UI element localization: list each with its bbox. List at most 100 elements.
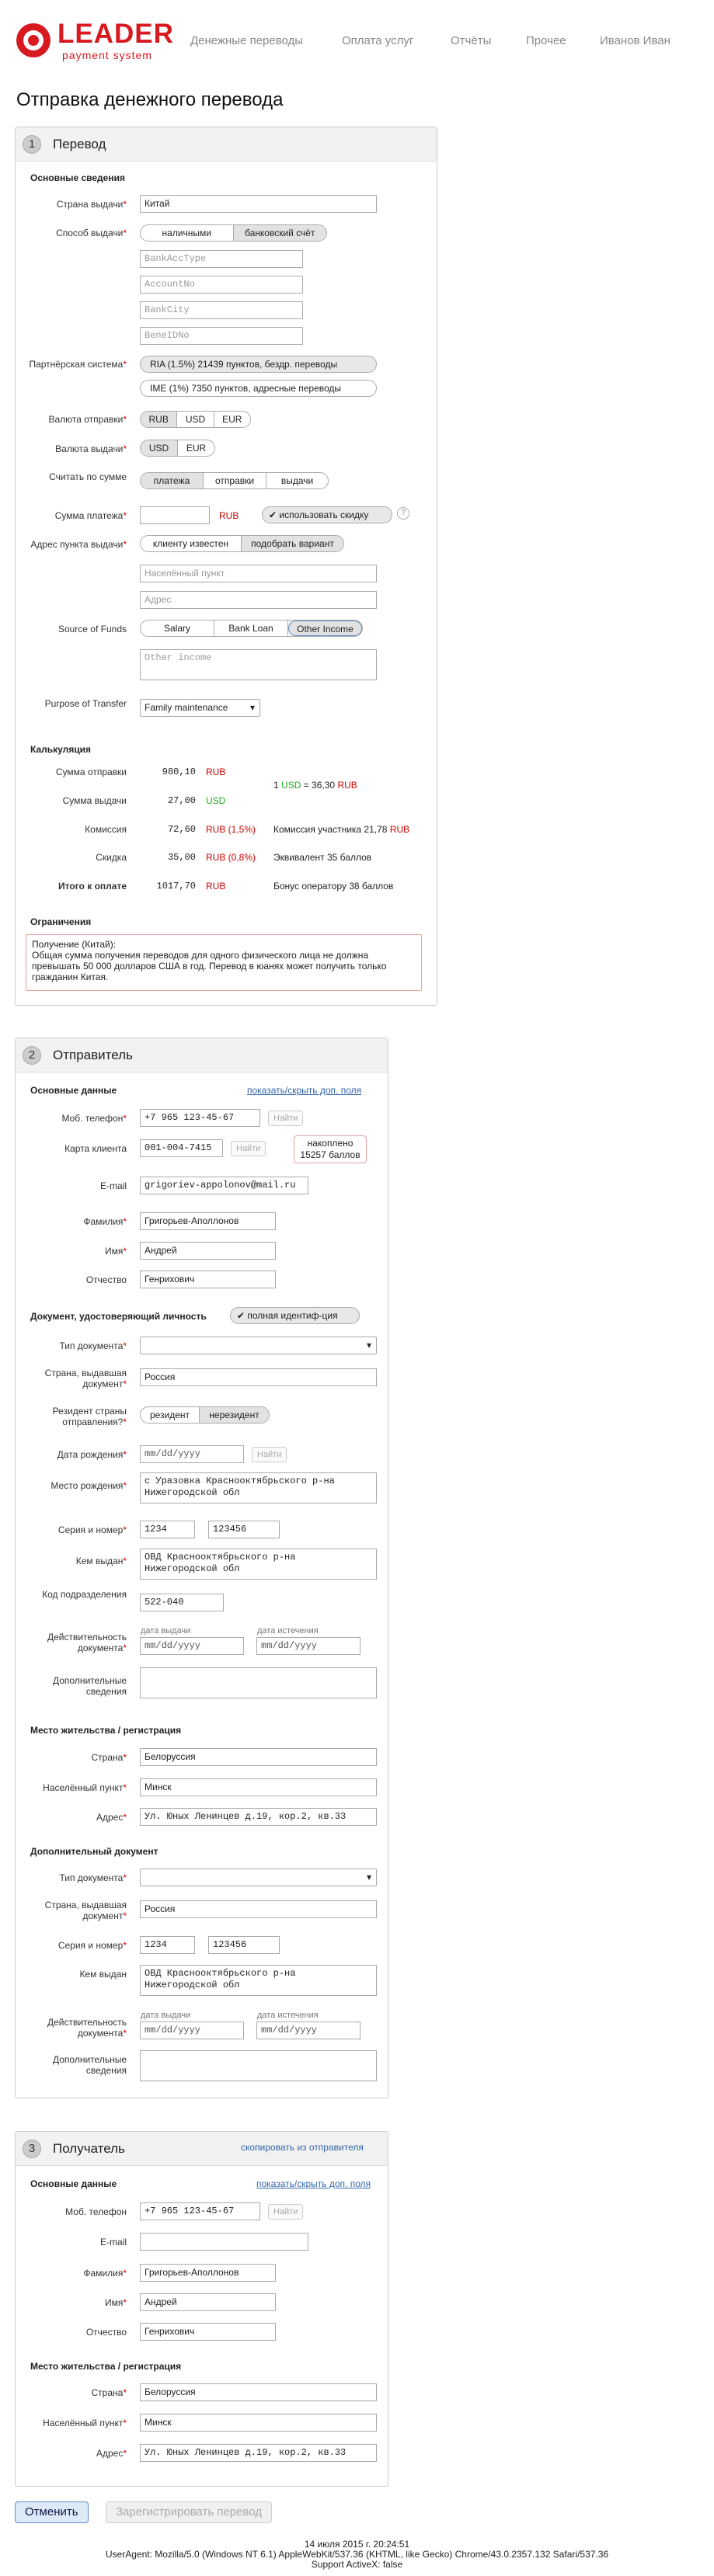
calc-by-payment[interactable]: платежа (141, 473, 204, 488)
email-label: E-mail (99, 1180, 127, 1191)
partner-ria[interactable]: RIA (1.5%) 21439 пунктов, бездр. перевод… (140, 356, 377, 373)
toggle-extra-fields-link[interactable]: показать/скрыть доп. поля (247, 1085, 361, 1096)
extra-info-label: Дополнительные сведения (53, 1675, 127, 1697)
purpose-select[interactable]: Family maintenance ▾ (140, 699, 260, 717)
brand-name[interactable]: LEADER (57, 20, 174, 48)
resident-no[interactable]: нерезидент (200, 1407, 269, 1423)
sof-bank-loan[interactable]: Bank Loan (214, 621, 288, 636)
firstname-input[interactable]: Андрей (140, 1242, 276, 1260)
expiry-date-input[interactable]: mm/dd/yyyy (256, 1637, 360, 1655)
full-identification-toggle[interactable]: ✔ полная идентиф-ция (230, 1307, 360, 1324)
pickup-city-input[interactable]: Населённый пункт (140, 565, 377, 582)
sof-salary[interactable]: Salary (141, 621, 214, 636)
firstname-input[interactable]: Андрей (140, 2293, 276, 2311)
nav-other[interactable]: Прочее (526, 34, 566, 47)
add-expiry-date-input[interactable]: mm/dd/yyyy (256, 2022, 360, 2039)
sof-other[interactable]: Other Income (288, 621, 362, 636)
amount-input[interactable] (140, 506, 210, 524)
series-number-label: Серия и номер* (57, 1524, 127, 1535)
email-input[interactable] (140, 2233, 308, 2251)
add-issuing-country-input[interactable]: Россия (140, 1900, 377, 1918)
lastname-input[interactable]: Григорьев-Аполлонов (140, 1212, 276, 1230)
add-issue-date-input[interactable]: mm/dd/yyyy (140, 2022, 244, 2039)
nav-user[interactable]: Иванов Иван (600, 34, 670, 47)
res-city-input[interactable]: Минск (140, 1778, 377, 1796)
nav-payments[interactable]: Оплата услуг (342, 34, 413, 47)
logo-icon[interactable] (16, 23, 51, 57)
find-dob-button[interactable]: Найти (252, 1447, 287, 1462)
method-bank[interactable]: банковский счёт (233, 225, 326, 241)
calc-by-payout[interactable]: выдачи (266, 473, 328, 488)
bank-city-input[interactable]: BankCity (140, 301, 303, 319)
find-phone-button[interactable]: Найти (268, 1111, 304, 1126)
nav-transfers[interactable]: Денежные переводы (190, 34, 303, 47)
issued-by-label: Кем выдан* (75, 1556, 127, 1566)
middlename-input[interactable]: Генрихович (140, 1271, 276, 1288)
division-code-input[interactable]: 522-040 (140, 1594, 224, 1611)
validity-label: Действительность документа* (47, 1632, 127, 1653)
add-doctype-select[interactable]: ▾ (140, 1869, 377, 1886)
register-transfer-button[interactable]: Зарегистрировать перевод (106, 2501, 273, 2523)
partner-ime[interactable]: IME (1%) 7350 пунктов, адресные переводы (140, 380, 377, 397)
pay-cur-usd[interactable]: USD (141, 440, 178, 456)
add-extra-info-input[interactable] (140, 2050, 377, 2081)
issue-date-input[interactable]: mm/dd/yyyy (140, 1637, 244, 1655)
res-city-input[interactable]: Минск (140, 2414, 377, 2432)
middlename-input[interactable]: Генрихович (140, 2323, 276, 2341)
send-cur-rub[interactable]: RUB (141, 412, 178, 427)
extra-info-input[interactable] (140, 1667, 377, 1698)
country-field[interactable]: Китай (140, 195, 377, 213)
add-issued-by-input[interactable]: ОВД Краснооктябрьского р-на Нижегородско… (140, 1965, 377, 1996)
calc-discount-value: 35,00 (167, 852, 196, 863)
email-input[interactable]: grigoriev-appolonov@mail.ru (140, 1177, 308, 1194)
help-icon[interactable]: ? (397, 507, 409, 520)
phone-input[interactable]: +7 965 123-45-67 (140, 1109, 260, 1127)
res-city-label: Населённый пункт* (43, 1782, 127, 1793)
find-card-button[interactable]: Найти (231, 1141, 266, 1156)
find-phone-button[interactable]: Найти (268, 2204, 304, 2220)
cancel-button[interactable]: Отменить (15, 2501, 89, 2523)
res-address-input[interactable]: Ул. Юных Ленинцев д.19, кор.2, кв.33 (140, 1808, 377, 1826)
nav-reports[interactable]: Отчёты (451, 34, 491, 47)
lastname-input[interactable]: Григорьев-Аполлонов (140, 2264, 276, 2282)
issuing-country-input[interactable]: Россия (140, 1368, 377, 1386)
send-cur-eur[interactable]: EUR (214, 412, 250, 427)
purpose-label: Purpose of Transfer (44, 698, 127, 709)
res-country-input[interactable]: Белоруссия (140, 2383, 377, 2401)
add-series-number-label: Серия и номер* (57, 1940, 127, 1951)
bank-acc-type-input[interactable]: BankAccType (140, 250, 303, 268)
footer-activex: Support ActiveX: false (311, 2559, 403, 2570)
use-discount-toggle[interactable]: ✔ использовать скидку (262, 506, 392, 523)
res-country-input[interactable]: Белоруссия (140, 1748, 377, 1766)
account-no-input[interactable]: AccountNo (140, 276, 303, 294)
step-number: 3 (23, 2140, 41, 2158)
resident-yes[interactable]: резидент (141, 1407, 200, 1423)
calc-by-send[interactable]: отправки (204, 473, 266, 488)
section-id-document: Документ, удостоверяющий личность (30, 1311, 207, 1322)
other-income-input[interactable]: Other income (140, 649, 377, 680)
card-input[interactable]: 001-004-7415 (140, 1139, 223, 1157)
add-series-input[interactable]: 1234 (140, 1936, 195, 1954)
res-address-input[interactable]: Ул. Юных Ленинцев д.19, кор.2, кв.33 (140, 2444, 377, 2462)
series-input[interactable]: 1234 (140, 1521, 195, 1538)
calc-send-cur: RUB (206, 767, 226, 777)
pob-input[interactable]: с Уразовка Краснооктябрьского р-на Нижег… (140, 1472, 377, 1504)
add-number-input[interactable]: 123456 (208, 1936, 280, 1954)
doctype-select[interactable]: ▾ (140, 1337, 377, 1354)
number-input[interactable]: 123456 (208, 1521, 280, 1538)
copy-from-sender-link[interactable]: скопировать из отправителя (241, 2142, 364, 2153)
method-cash[interactable]: наличными (141, 225, 234, 241)
dob-input[interactable]: mm/dd/yyyy (140, 1445, 244, 1463)
issued-by-input[interactable]: ОВД Краснооктябрьского р-на Нижегородско… (140, 1549, 377, 1580)
add-extra-info-label: Дополнительные сведения (53, 2054, 127, 2076)
phone-input[interactable]: +7 965 123-45-67 (140, 2202, 260, 2220)
addr-pick[interactable]: подобрать вариант (242, 536, 343, 551)
add-issue-date-caption: дата выдачи (141, 2011, 191, 2020)
bene-id-input[interactable]: BeneIDNo (140, 327, 303, 345)
pickup-address-input[interactable]: Адрес (140, 591, 377, 609)
add-issuing-country-label: Страна, выдавшая документ* (44, 1900, 127, 1921)
toggle-extra-fields-link[interactable]: показать/скрыть доп. поля (256, 2178, 371, 2189)
pay-cur-eur[interactable]: EUR (178, 440, 214, 456)
send-cur-usd[interactable]: USD (177, 412, 214, 427)
addr-known[interactable]: клиенту известен (141, 536, 242, 551)
